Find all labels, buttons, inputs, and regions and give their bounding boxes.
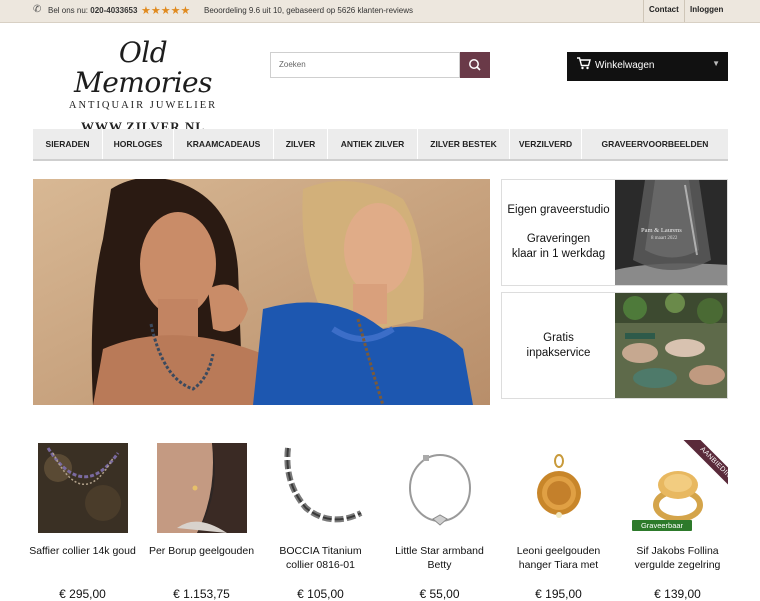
promo-graveerstudio[interactable]: Eigen graveerstudio Graveringen klaar in… (501, 179, 728, 286)
product-card[interactable]: Leoni geelgouden hanger Tiara met € 195,… (505, 443, 612, 601)
engraving-date: 8 maart 2022 (651, 236, 678, 241)
nav-item-zilver[interactable]: ZILVER (274, 129, 328, 159)
promo-inpakservice[interactable]: Gratis inpakservice (501, 292, 728, 399)
search-input[interactable]: Zoeken (270, 52, 460, 78)
nav-item-verzilverd[interactable]: VERZILVERD (510, 129, 582, 159)
nav-item-sieraden[interactable]: SIERADEN (33, 129, 103, 159)
nav-item-graveervoorbeelden[interactable]: GRAVEERVOORBEELDEN (582, 129, 728, 159)
login-link[interactable]: Inloggen (684, 0, 728, 22)
promo-line: Gratis (543, 331, 574, 344)
promo-line: klaar in 1 werkdag (511, 248, 606, 260)
product-name[interactable]: Sif Jakobs Follina vergulde zegelring (624, 544, 731, 572)
nav-item-horloges[interactable]: HORLOGES (103, 129, 174, 159)
product-price: € 55,00 (419, 587, 460, 601)
product-price: € 139,00 (654, 587, 701, 601)
aanbieding-label: AANBIEDING (680, 440, 728, 500)
product-price: € 105,00 (297, 587, 344, 601)
rating-text[interactable]: Beoordeling 9.6 uit 10, gebaseerd op 562… (204, 6, 413, 15)
search-button[interactable] (460, 52, 490, 78)
phone-info[interactable]: Bel ons nu: 020-4033653 (48, 6, 137, 15)
product-image[interactable] (394, 443, 485, 533)
product-name[interactable]: Leoni geelgouden hanger Tiara met (505, 544, 612, 572)
hero-banner[interactable] (33, 179, 490, 405)
engraving-text: Pam & Laurens (641, 227, 682, 234)
product-name[interactable]: Saffier collier 14k goud (29, 544, 136, 572)
cart-icon (577, 57, 591, 73)
search-icon (469, 59, 481, 71)
engraved-glass-image: Pam & Laurens 8 maart 2022 (615, 180, 727, 285)
phone-number[interactable]: 020-4033653 (90, 6, 137, 15)
product-card[interactable]: Per Borup geelgouden € 1.153,75 (148, 443, 255, 601)
rating-stars-icon: ★★★★★ (141, 5, 191, 17)
product-image[interactable] (275, 443, 366, 533)
cart-button[interactable]: Winkelwagen ▼ (567, 52, 728, 81)
nav-item-kraamcadeaus[interactable]: KRAAMCADEAUS (174, 129, 274, 159)
chevron-down-icon: ▼ (712, 59, 720, 68)
promo-inpakservice-text: Gratis inpakservice (502, 293, 615, 398)
promo-line: Eigen graveerstudio (507, 204, 610, 216)
nav-item-antiek-zilver[interactable]: ANTIEK ZILVER (328, 129, 418, 159)
logo-subtitle: ANTIQUAIR JUWELIER (68, 100, 218, 111)
logo-title: Old Memories (74, 36, 212, 99)
promo-line: inpakservice (526, 346, 591, 359)
gift-wrap-image (615, 293, 727, 398)
cart-label: Winkelwagen (595, 60, 655, 71)
product-price: € 295,00 (59, 587, 106, 601)
nav-item-zilver-bestek[interactable]: ZILVER BESTEK (418, 129, 510, 159)
product-card[interactable]: Little Star armband Betty € 55,00 (386, 443, 493, 601)
product-card[interactable]: BOCCIA Titanium collier 0816-01 € 105,00 (267, 443, 374, 601)
product-image[interactable] (156, 443, 247, 533)
product-image[interactable] (37, 443, 128, 533)
main-nav: SIERADEN HORLOGES KRAAMCADEAUS ZILVER AN… (33, 129, 728, 161)
product-price: € 1.153,75 (173, 587, 230, 601)
hero-image (33, 179, 490, 405)
promo-graveerstudio-text: Eigen graveerstudio Graveringen klaar in… (502, 180, 615, 285)
graveerbaar-badge: Graveerbaar (632, 520, 692, 531)
product-name[interactable]: Per Borup geelgouden (148, 544, 255, 572)
product-name[interactable]: BOCCIA Titanium collier 0816-01 (267, 544, 374, 572)
product-price: € 195,00 (535, 587, 582, 601)
phone-icon: ✆ (33, 4, 42, 15)
product-name[interactable]: Little Star armband Betty (386, 544, 493, 572)
product-image[interactable] (513, 443, 604, 533)
phone-label: Bel ons nu: (48, 6, 89, 15)
promo-line: Graveringen (526, 233, 591, 245)
top-bar: ✆ Bel ons nu: 020-4033653 ★★★★★ Beoordel… (0, 0, 760, 23)
contact-link[interactable]: Contact (643, 0, 684, 22)
aanbieding-ribbon: AANBIEDING (668, 440, 728, 500)
site-logo[interactable]: Old Memories ANTIQUAIR JUWELIER WWW.ZILV… (58, 38, 228, 135)
product-card[interactable]: Saffier collier 14k goud € 295,00 (29, 443, 136, 601)
